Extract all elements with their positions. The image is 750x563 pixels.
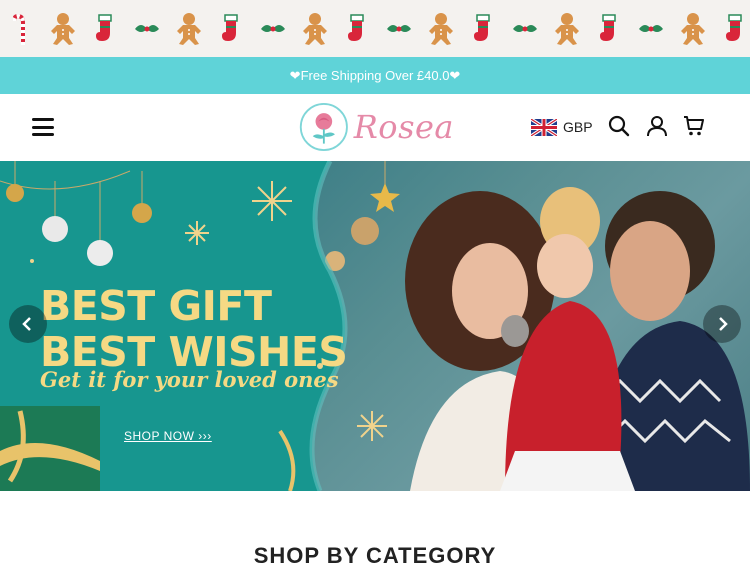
gingerbread-icon: [168, 9, 210, 49]
holly-icon: [378, 9, 420, 49]
rose-logo-icon: [299, 102, 348, 152]
shop-now-link[interactable]: SHOP NOW ›››: [124, 429, 212, 443]
candy-cane-icon: [0, 9, 42, 49]
gingerbread-icon: [672, 9, 714, 49]
hero-title-line1: BEST GIFT: [40, 282, 272, 330]
gingerbread-icon: [42, 9, 84, 49]
stocking-icon: [210, 9, 252, 49]
slider-prev-button[interactable]: [9, 305, 47, 343]
menu-icon[interactable]: [30, 115, 56, 139]
gingerbread-icon: [294, 9, 336, 49]
announcement-text: ❤Free Shipping Over £40.0❤: [289, 67, 461, 83]
currency-label: GBP: [563, 119, 593, 135]
section-title-category: SHOP BY CATEGORY: [253, 543, 497, 563]
stocking-icon: [588, 9, 630, 49]
chevron-left-icon: [22, 317, 31, 331]
search-icon[interactable]: [607, 114, 631, 138]
logo-text: Rosea: [353, 108, 454, 146]
currency-selector[interactable]: GBP: [531, 116, 593, 138]
site-logo[interactable]: Rosea: [298, 96, 454, 158]
stocking-icon: [84, 9, 126, 49]
hero-subtitle: Get it for your loved ones: [40, 367, 339, 392]
uk-flag-icon: [531, 118, 557, 136]
site-header: Rosea GBP: [0, 94, 750, 161]
festive-banner-strip: [0, 0, 750, 57]
stocking-icon: [336, 9, 378, 49]
holly-icon: [126, 9, 168, 49]
gingerbread-icon: [420, 9, 462, 49]
holly-icon: [630, 9, 672, 49]
gingerbread-icon: [546, 9, 588, 49]
account-icon[interactable]: [645, 114, 669, 138]
hero-title: BEST GIFT BEST WISHES: [40, 282, 348, 375]
holly-icon: [252, 9, 294, 49]
chevron-right-icon: [719, 317, 728, 331]
stocking-icon: [714, 9, 750, 49]
cart-icon[interactable]: [682, 114, 706, 138]
hero-banner[interactable]: BEST GIFT BEST WISHES Get it for your lo…: [0, 161, 750, 491]
slider-next-button[interactable]: [703, 305, 741, 343]
holly-icon: [504, 9, 546, 49]
announcement-bar: ❤Free Shipping Over £40.0❤: [0, 57, 750, 94]
festive-track: [0, 9, 750, 49]
stocking-icon: [462, 9, 504, 49]
